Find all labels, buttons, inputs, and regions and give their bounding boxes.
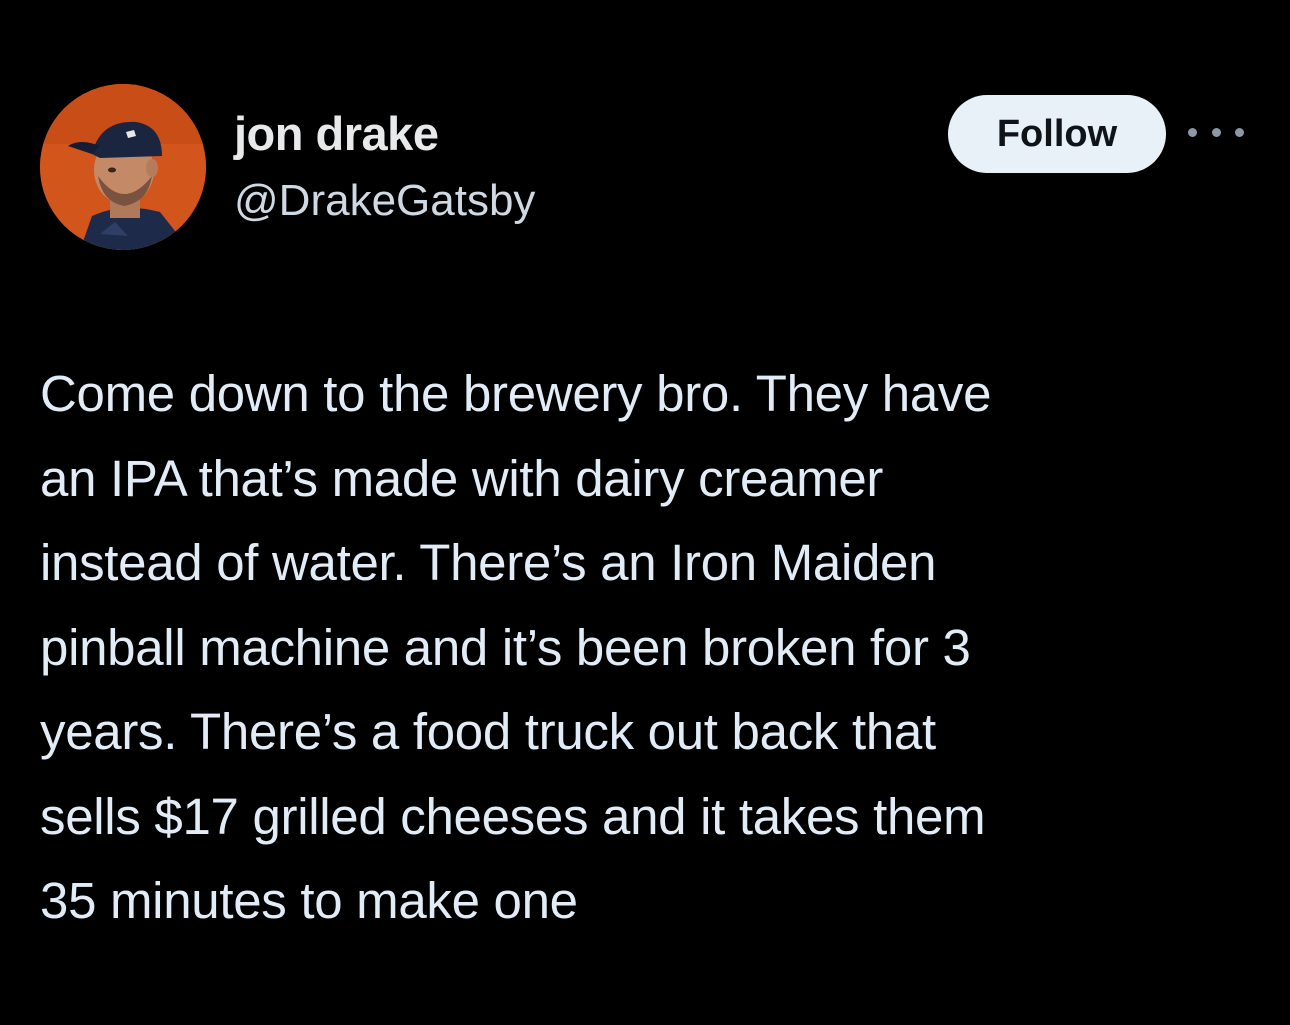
author-name[interactable]: jon drake: [234, 106, 439, 161]
tweet-text-line: instead of water. There’s an Iron Maiden: [40, 534, 937, 591]
tweet-text-line: pinball machine and it’s been broken for…: [40, 618, 971, 676]
tweet-text-line: years. There’s a food truck out back tha…: [40, 703, 936, 760]
avatar[interactable]: [40, 84, 206, 250]
tweet-text: Come down to the brewery bro. They have …: [40, 352, 1255, 944]
follow-button[interactable]: Follow: [948, 95, 1166, 173]
avatar-photo-icon: [40, 84, 206, 250]
author-handle[interactable]: @DrakeGatsby: [234, 176, 535, 226]
tweet-text-line: 35 minutes to make one: [40, 872, 578, 929]
more-options-icon[interactable]: [1188, 118, 1244, 146]
tweet-card: jon drake @DrakeGatsby Follow Come down …: [0, 0, 1290, 1025]
dot: [1188, 127, 1197, 137]
tweet-text-line: an IPA that’s made with dairy creamer: [40, 449, 884, 507]
dot: [1235, 127, 1244, 137]
dot: [1211, 127, 1221, 137]
tweet-text-line: Come down to the brewery bro. They have: [40, 365, 992, 422]
tweet-text-line: sells $17 grilled cheeses and it takes t…: [40, 787, 986, 845]
